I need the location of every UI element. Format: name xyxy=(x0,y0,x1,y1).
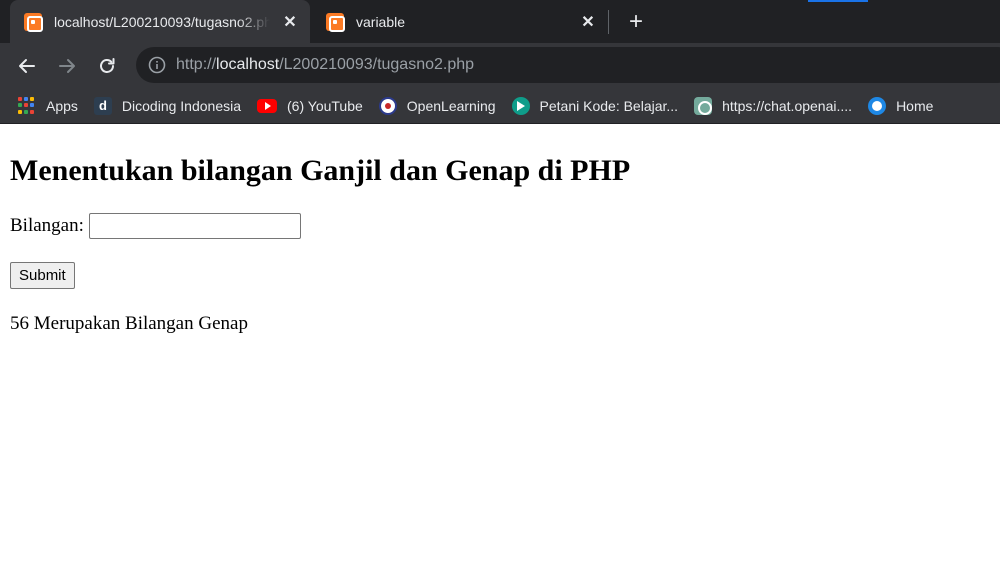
bookmarks-bar: Apps d Dicoding Indonesia (6) YouTube Op… xyxy=(0,88,1000,124)
bookmark-openlearning[interactable]: OpenLearning xyxy=(371,92,504,120)
new-tab-button[interactable]: + xyxy=(622,8,650,36)
openlearning-icon xyxy=(378,96,397,115)
tab-title: localhost/L200210093/tugasno2.php xyxy=(54,13,270,30)
url-text: http://localhost/L200210093/tugasno2.php xyxy=(176,56,474,74)
url-host: localhost xyxy=(216,56,280,73)
bookmark-label: Home xyxy=(896,97,934,114)
result-text: 56 Merupakan Bilangan Genap xyxy=(10,313,248,334)
bookmark-chatgpt[interactable]: https://chat.openai.... xyxy=(686,92,860,120)
url-scheme: http:// xyxy=(176,56,217,73)
address-bar[interactable]: http://localhost/L200210093/tugasno2.php xyxy=(136,47,1000,83)
bookmark-youtube[interactable]: (6) YouTube xyxy=(249,92,371,120)
tab-separator xyxy=(608,10,609,34)
submit-button[interactable]: Submit xyxy=(10,262,75,289)
arrow-right-icon xyxy=(59,59,75,73)
tab-strip: localhost/L200210093/tugasno2.php ✕ vari… xyxy=(0,0,1000,43)
bookmark-label: OpenLearning xyxy=(406,97,496,114)
number-input[interactable] xyxy=(88,213,301,239)
url-path: /L200210093/tugasno2.php xyxy=(279,56,475,73)
bookmark-label: Dicoding Indonesia xyxy=(121,97,242,114)
close-tab-icon[interactable]: ✕ xyxy=(578,12,598,32)
petani-kode-icon xyxy=(511,96,530,115)
bookmark-label: Apps xyxy=(46,97,78,114)
tabstrip-accent xyxy=(808,0,868,2)
chatgpt-icon xyxy=(694,96,713,115)
bookmark-label: https://chat.openai.... xyxy=(722,97,853,114)
browser-toolbar: http://localhost/L200210093/tugasno2.php xyxy=(0,43,1000,88)
page-content: Menentukan bilangan Ganjil dan Genap di … xyxy=(0,125,1000,571)
bookmark-home[interactable]: Home xyxy=(860,92,941,120)
tab-variable[interactable]: variable ✕ xyxy=(312,0,608,43)
back-button[interactable] xyxy=(12,51,42,81)
tab-tugasno2[interactable]: localhost/L200210093/tugasno2.php ✕ xyxy=(10,0,310,43)
youtube-icon xyxy=(257,98,278,113)
bookmark-label: Petani Kode: Belajar... xyxy=(539,97,679,114)
bookmark-apps[interactable]: Apps xyxy=(0,92,86,120)
dicoding-icon: d xyxy=(93,96,112,115)
forward-button[interactable] xyxy=(52,51,82,81)
close-tab-icon[interactable]: ✕ xyxy=(280,12,300,32)
page-title: Menentukan bilangan Ganjil dan Genap di … xyxy=(10,154,631,187)
bookmark-label: (6) YouTube xyxy=(287,97,363,114)
bookmark-dicoding[interactable]: d Dicoding Indonesia xyxy=(86,92,249,120)
home-site-icon xyxy=(868,96,887,115)
number-form-row: Bilangan: xyxy=(10,213,301,239)
apps-grid-icon xyxy=(18,96,36,115)
number-field-label: Bilangan: xyxy=(10,215,84,236)
info-icon[interactable] xyxy=(148,56,166,74)
tab-title: variable xyxy=(356,13,406,30)
reload-button[interactable] xyxy=(92,51,122,81)
reload-icon xyxy=(100,58,115,73)
bookmark-petani-kode[interactable]: Petani Kode: Belajar... xyxy=(504,92,687,120)
xampp-favicon-icon xyxy=(326,12,345,32)
xampp-favicon-icon xyxy=(24,12,43,32)
arrow-left-icon xyxy=(19,59,35,73)
